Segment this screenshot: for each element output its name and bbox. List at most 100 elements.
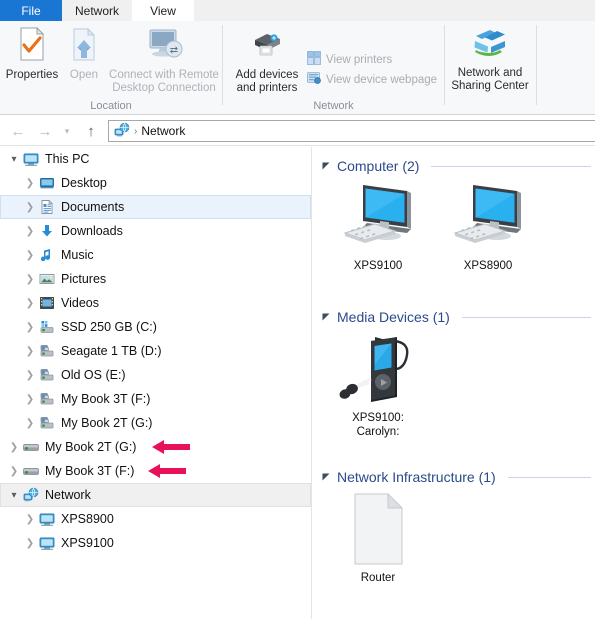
ribbon-group-location-label: Location (90, 100, 132, 112)
svg-text:⇄: ⇄ (170, 45, 178, 56)
collapse-triangle-icon[interactable] (322, 162, 331, 171)
navigation-pane[interactable]: ▾ This PC ❯ Desktop ❯ Documents ❯ Downlo… (0, 147, 311, 619)
connect-remote-desktop-button[interactable]: ⇄ Connect with Remote Desktop Connection (108, 26, 220, 95)
tree-item-label: This PC (45, 152, 90, 166)
ribbon-separator-3 (536, 25, 537, 105)
tree-item-mybook2t-g-child[interactable]: ❯ My Book 2T (G:) (0, 411, 311, 435)
tree-item-desktop[interactable]: ❯ Desktop (0, 171, 311, 195)
tab-network[interactable]: Network (62, 0, 132, 21)
chevron-right-icon[interactable]: ❯ (6, 466, 22, 477)
chevron-right-icon[interactable]: ❯ (22, 370, 38, 381)
chevron-right-icon[interactable]: ❯ (22, 202, 38, 213)
item-tile-router[interactable]: Router (334, 491, 422, 585)
collapse-triangle-icon[interactable] (322, 473, 331, 482)
tree-item-xps9100[interactable]: ❯ XPS9100 (0, 531, 311, 555)
pictures-icon (38, 271, 56, 287)
chevron-down-icon[interactable]: ▾ (6, 154, 22, 165)
tree-item-documents[interactable]: ❯ Documents (0, 195, 311, 219)
chevron-right-icon[interactable]: ❯ (22, 538, 38, 549)
tab-file[interactable]: File (0, 0, 62, 21)
generic-file-tile-icon (334, 491, 422, 567)
item-tile-media-player[interactable]: XPS9100: Carolyn: (334, 331, 422, 439)
tree-item-ssd-c[interactable]: ❯ SSD 250 GB (C:) (0, 315, 311, 339)
red-arrow-annotation-2 (134, 462, 188, 483)
view-printers-button[interactable]: View printers (307, 51, 392, 68)
collapse-triangle-icon[interactable] (322, 313, 331, 322)
tab-view-label: View (150, 3, 176, 18)
view-printers-label: View printers (326, 53, 393, 66)
ribbon-group-network-label: Network (313, 100, 354, 112)
tree-item-label: XPS8900 (61, 512, 114, 526)
chevron-right-icon[interactable]: ❯ (22, 322, 38, 333)
chevron-right-icon[interactable]: ❯ (22, 514, 38, 525)
tree-item-label: XPS9100 (61, 536, 114, 550)
group-header-computer[interactable]: Computer (2) (322, 156, 591, 176)
add-devices-and-printers-button[interactable]: Add devices and printers (231, 26, 303, 95)
tree-item-mybook3t-f-child[interactable]: ❯ My Book 3T (F:) (0, 387, 311, 411)
breadcrumb-separator: › (134, 125, 138, 137)
tree-item-music[interactable]: ❯ Music (0, 243, 311, 267)
item-tile-xps9100-computer[interactable]: XPS9100 (334, 179, 422, 273)
ribbon-group-sharing: Network and Sharing Center (445, 21, 535, 115)
tree-item-label: Network (45, 488, 91, 502)
tree-item-downloads[interactable]: ❯ Downloads (0, 219, 311, 243)
tree-item-mybook3t-f[interactable]: ❯ My Book 3T (F:) (0, 459, 311, 483)
open-button[interactable]: Open (62, 26, 106, 82)
videos-icon (38, 295, 56, 311)
tree-item-label: My Book 2T (G:) (45, 440, 137, 454)
tab-network-label: Network (74, 3, 119, 18)
back-button[interactable]: ← (9, 123, 27, 140)
chevron-right-icon[interactable]: ❯ (22, 346, 38, 357)
item-label: XPS9100 (353, 260, 403, 272)
tree-item-network[interactable]: ▾ Network (0, 483, 311, 507)
downloads-icon (38, 223, 56, 239)
address-path-box[interactable]: › Network (108, 120, 595, 142)
chevron-right-icon[interactable]: ❯ (22, 274, 38, 285)
ssd-drive-icon (38, 319, 56, 335)
file-explorer-window: File Network View Properties Open ⇄ Conn… (0, 0, 595, 619)
chevron-right-icon[interactable]: ❯ (22, 226, 38, 237)
up-button[interactable]: ↑ (82, 123, 100, 140)
chevron-right-icon[interactable]: ❯ (6, 442, 22, 453)
tree-item-old-os-e[interactable]: ❯ Old OS (E:) (0, 363, 311, 387)
network-and-sharing-center-label: Network and Sharing Center (451, 67, 529, 92)
view-device-webpage-button[interactable]: View device webpage (307, 71, 437, 88)
chevron-right-icon[interactable]: ❯ (22, 298, 38, 309)
properties-button[interactable]: Properties (4, 26, 60, 82)
tab-view[interactable]: View (132, 0, 194, 21)
item-tile-xps8900-computer[interactable]: XPS8900 (444, 179, 532, 273)
tree-item-this-pc[interactable]: ▾ This PC (0, 147, 311, 171)
chevron-right-icon[interactable]: ❯ (22, 178, 38, 189)
chevron-right-icon[interactable]: ❯ (22, 394, 38, 405)
network-and-sharing-center-button[interactable]: Network and Sharing Center (447, 26, 533, 93)
chevron-right-icon[interactable]: ❯ (22, 418, 38, 429)
windows-network-icon (470, 26, 510, 64)
tree-item-seagate-d[interactable]: ❯ Seagate 1 TB (D:) (0, 339, 311, 363)
group-header-network-infrastructure[interactable]: Network Infrastructure (1) (322, 467, 591, 487)
items-view[interactable]: Computer (2) XPS9100 XPS8900 Media Devic… (312, 147, 595, 619)
forward-button[interactable]: → (36, 123, 54, 140)
tree-item-xps8900[interactable]: ❯ XPS8900 (0, 507, 311, 531)
item-label: XPS8900 (463, 260, 513, 272)
printer-icon (246, 26, 288, 66)
view-printers-icon (307, 51, 321, 68)
tree-item-pictures[interactable]: ❯ Pictures (0, 267, 311, 291)
group-title: Network Infrastructure (1) (337, 469, 496, 485)
item-label: XPS9100: Carolyn: (352, 412, 404, 438)
tree-item-mybook2t-g[interactable]: ❯ My Book 2T (G:) (0, 435, 311, 459)
music-icon (38, 247, 56, 263)
tab-bar-filler (194, 0, 595, 21)
tree-item-label: Documents (61, 200, 125, 214)
tree-item-videos[interactable]: ❯ Videos (0, 291, 311, 315)
tree-item-label: Downloads (61, 224, 123, 238)
tree-item-label: Seagate 1 TB (D:) (61, 344, 162, 358)
tree-item-label: SSD 250 GB (C:) (61, 320, 157, 334)
chevron-down-icon[interactable]: ▾ (6, 490, 22, 501)
properties-icon (15, 26, 49, 66)
recent-locations-button[interactable]: ▾ (58, 123, 76, 140)
group-header-media-devices[interactable]: Media Devices (1) (322, 307, 591, 327)
breadcrumb-current-path: Network (141, 124, 186, 138)
ribbon-group-location: Properties Open ⇄ Connect with Remote De… (0, 21, 222, 115)
chevron-right-icon[interactable]: ❯ (22, 250, 38, 261)
view-device-webpage-label: View device webpage (326, 73, 438, 86)
